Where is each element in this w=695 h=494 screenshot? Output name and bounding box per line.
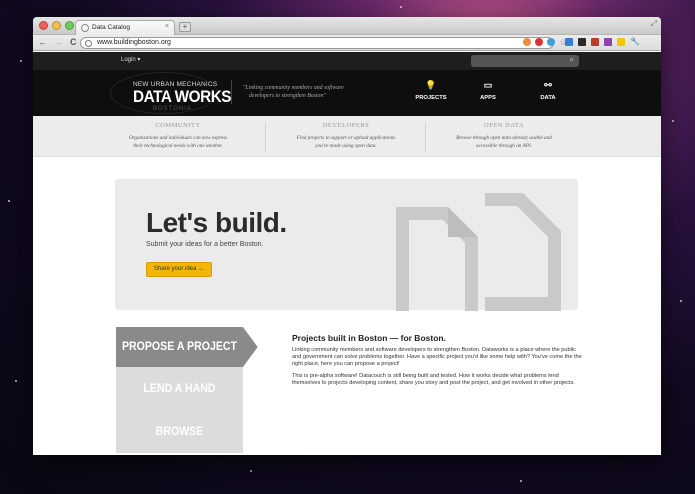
nav-label: DATA (540, 95, 556, 101)
monitor-icon: ▭ (483, 80, 493, 90)
nav-label: PROJECTS (415, 95, 447, 101)
wrench-icon[interactable]: 🔧 (630, 38, 640, 46)
feature-heading: DEVELOPERS (322, 122, 370, 129)
nav-data[interactable]: ⚯ DATA (528, 80, 568, 101)
header-divider (231, 80, 232, 104)
feature-heading: COMMUNITY (155, 122, 201, 129)
feature-description: Browse through open data already usable … (456, 135, 552, 149)
extension-icon[interactable] (565, 38, 573, 46)
nav-projects[interactable]: 💡 PROJECTS (411, 80, 451, 101)
project-sidenav: PROPOSE A PROJECT LEND A HAND BROWSE (116, 327, 270, 453)
page-icon (81, 24, 89, 32)
nav-apps[interactable]: ▭ APPS (468, 80, 508, 101)
back-button[interactable]: ← (38, 37, 47, 47)
content-paragraph: This is pre-alpha software! Datacouch is… (292, 372, 575, 386)
omnibox-icons: ☆ (523, 38, 567, 47)
site-topbar: Login ▾ ⌕ (33, 52, 661, 70)
address-bar[interactable]: www.buildingboston.org (80, 37, 554, 49)
brand-sub-text: BOSTONIA (153, 106, 192, 112)
url-text: www.buildingboston.org (97, 39, 171, 46)
content-title: Projects built in Boston — for Boston. (292, 333, 446, 343)
tagline-line: "Linking community members and software (243, 85, 344, 91)
site-header: NEW URBAN MECHANICS DATA WORKS BOSTONIA … (33, 70, 661, 116)
fullscreen-icon[interactable]: ⤢ (651, 19, 657, 29)
content-paragraph: Linking community members and software d… (292, 347, 582, 368)
tab-close-icon[interactable]: × (165, 23, 169, 30)
browser-tab[interactable]: Data Catalog × (75, 20, 175, 35)
globe-icon (85, 40, 92, 47)
feature-description: Find projects to support or upload appli… (296, 135, 396, 149)
tab-title: Data Catalog (92, 24, 130, 31)
forward-button[interactable]: → (54, 37, 63, 47)
minimize-window-button[interactable] (52, 21, 61, 30)
extension-icon[interactable] (604, 38, 612, 46)
project-content: Projects built in Boston — for Boston. L… (292, 333, 582, 391)
nav-label: APPS (480, 95, 496, 101)
feature-divider (265, 122, 266, 152)
features-strip: COMMUNITY Organizations and individuals … (33, 116, 661, 157)
title-bar: Data Catalog × + ⤢ (33, 17, 661, 35)
tagline-line: developers to strengthen Boston" (249, 93, 326, 99)
feature-description: Organizations and individuals can now ex… (128, 135, 228, 149)
close-window-button[interactable] (39, 21, 48, 30)
nodes-icon: ⚯ (544, 80, 552, 90)
extension-icon[interactable] (535, 38, 543, 46)
reload-button[interactable]: C (70, 37, 77, 47)
feature-community: COMMUNITY Organizations and individuals … (103, 122, 253, 150)
feature-developers: DEVELOPERS Find projects to support or u… (271, 122, 421, 150)
extension-icon[interactable] (578, 38, 586, 46)
browser-window: Data Catalog × + ⤢ ← → C www.buildingbos… (33, 17, 661, 455)
search-input[interactable]: ⌕ (471, 55, 579, 67)
search-icon[interactable]: ⌕ (570, 55, 574, 65)
browser-toolbar: ← → C www.buildingboston.org ☆ 🔧 (33, 35, 661, 51)
extension-icon[interactable] (547, 38, 555, 46)
extension-icon[interactable] (591, 38, 599, 46)
extension-icon[interactable] (617, 38, 625, 46)
login-menu[interactable]: Login ▾ (121, 56, 140, 63)
feature-open-data: OPEN DATA Browse through open data alrea… (429, 122, 579, 150)
site-tagline: "Linking community members and software … (243, 84, 344, 100)
banner-subline: Submit your ideas for a better Boston. (146, 241, 264, 248)
feature-divider (425, 122, 426, 152)
site-logo[interactable]: DATA WORKS (133, 87, 232, 107)
banner-headline: Let's build. (146, 207, 287, 238)
extension-icon[interactable] (523, 38, 531, 46)
feature-heading: OPEN DATA (484, 122, 524, 129)
new-tab-button[interactable]: + (179, 22, 191, 32)
lightbulb-icon: 💡 (425, 80, 437, 90)
sidenav-browse[interactable]: BROWSE (116, 410, 243, 453)
sidenav-lend-hand[interactable]: LEND A HAND (116, 367, 243, 410)
documents-icon (396, 193, 561, 311)
zoom-window-button[interactable] (65, 21, 74, 30)
share-idea-button[interactable]: Share your idea → (146, 262, 213, 277)
extensions-bar: 🔧 (565, 38, 640, 46)
sidenav-propose-project[interactable]: PROPOSE A PROJECT (116, 327, 258, 367)
